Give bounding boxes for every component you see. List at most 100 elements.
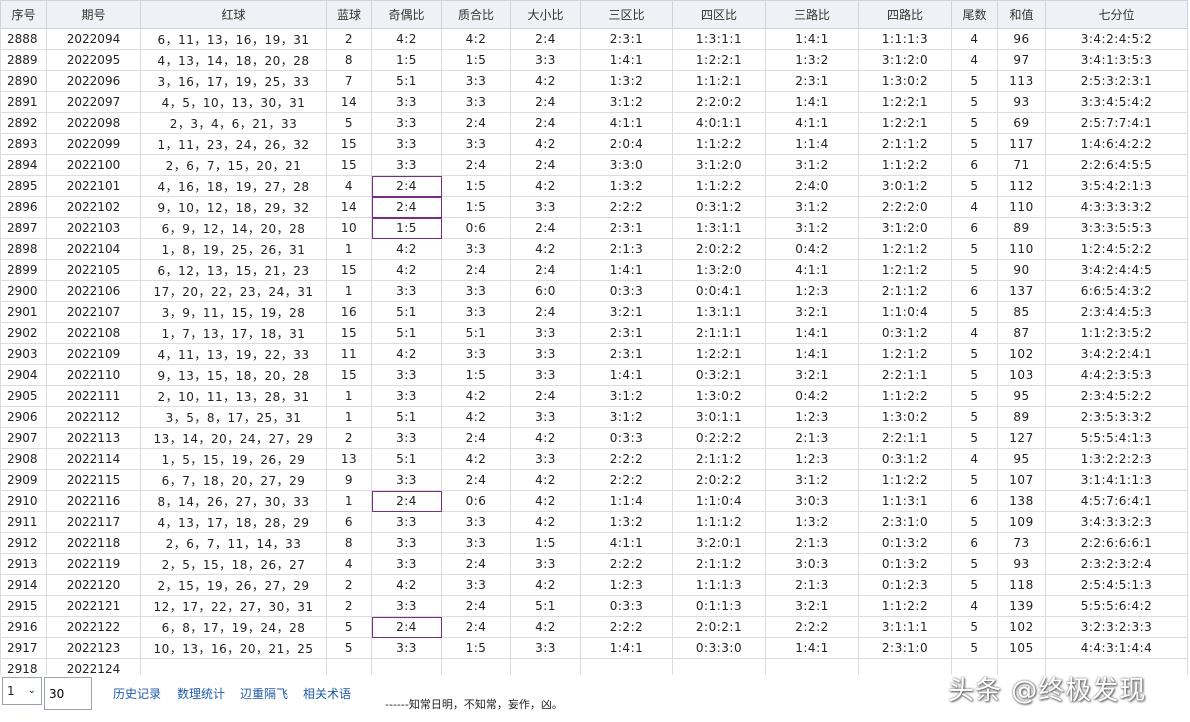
table-cell[interactable]: 3:3:3:5:5:3 <box>1045 217 1188 239</box>
table-cell[interactable]: 4:2 <box>510 175 581 197</box>
table-cell[interactable]: 4 <box>951 595 998 617</box>
table-cell[interactable]: 0:6 <box>441 217 511 239</box>
table-cell[interactable]: 4:2 <box>441 28 511 50</box>
table-cell[interactable]: 13，14，20，24，27，29 <box>140 427 327 449</box>
table-cell[interactable]: 1:4:1 <box>765 637 859 659</box>
table-cell[interactable]: 3:1:4:1:1:3 <box>1045 469 1188 491</box>
table-cell[interactable]: 13 <box>326 448 372 470</box>
table-cell[interactable]: 4:4:2:3:5:3 <box>1045 364 1188 386</box>
column-header[interactable]: 四路比 <box>858 0 952 29</box>
table-cell[interactable]: 1:3:2 <box>580 175 673 197</box>
table-cell[interactable]: 0:3:3:0 <box>672 637 766 659</box>
table-cell[interactable]: 2:2:2 <box>580 469 673 491</box>
table-cell[interactable]: 4，5，10，13，30，31 <box>140 91 327 113</box>
table-cell[interactable]: 2:3:1 <box>765 70 859 92</box>
table-cell[interactable]: 3:1:2:0 <box>858 217 952 239</box>
table-cell[interactable]: 4:3:3:3:3:2 <box>1045 196 1188 218</box>
table-cell[interactable]: 1:4:1 <box>765 91 859 113</box>
table-cell[interactable]: 3:3 <box>371 91 442 113</box>
table-cell[interactable]: 2，5，15，18，26，27 <box>140 553 327 575</box>
table-cell[interactable]: 2:2:0:2 <box>672 91 766 113</box>
column-header[interactable]: 红球 <box>140 0 327 29</box>
table-cell[interactable]: 2022118 <box>46 532 141 554</box>
table-cell[interactable]: 6 <box>951 280 998 302</box>
table-cell[interactable]: 3:3 <box>371 532 442 554</box>
table-cell[interactable]: 2:1:1:2 <box>858 133 952 155</box>
table-cell[interactable]: 3:3 <box>371 112 442 134</box>
table-cell[interactable]: 2:1:3 <box>765 532 859 554</box>
table-cell[interactable]: 96 <box>997 28 1046 50</box>
table-cell[interactable]: 2918 <box>0 658 47 675</box>
table-cell[interactable]: 4:1:1 <box>580 532 673 554</box>
table-cell[interactable]: 3:3 <box>371 595 442 617</box>
table-cell[interactable]: 3:4:2:4:5:2 <box>1045 28 1188 50</box>
table-row[interactable]: 2908 2022114 1，5，15，19，26，29 13 5:1 4:2 3:3 2:2… <box>0 448 1188 470</box>
table-cell[interactable]: 2:3:1:0 <box>858 511 952 533</box>
table-cell[interactable]: 1:1:2:2 <box>672 133 766 155</box>
column-header[interactable]: 质合比 <box>441 0 511 29</box>
table-cell[interactable]: 2022120 <box>46 574 141 596</box>
table-cell[interactable]: 4:2 <box>510 133 581 155</box>
table-cell[interactable]: 1:2:1:2 <box>858 238 952 260</box>
table-cell[interactable]: 2:3:1 <box>580 343 673 365</box>
table-cell[interactable]: 3:3 <box>441 91 511 113</box>
table-cell[interactable]: 1，8，19，25，26，31 <box>140 238 327 260</box>
table-cell[interactable]: 2:4 <box>441 553 511 575</box>
table-cell[interactable]: 3:3 <box>441 70 511 92</box>
table-cell[interactable]: 2022099 <box>46 133 141 155</box>
table-cell[interactable]: 3:0:1:1 <box>672 406 766 428</box>
table-cell[interactable]: 2022116 <box>46 490 141 512</box>
table-cell[interactable]: 5 <box>951 469 998 491</box>
table-cell[interactable]: 0:0:4:1 <box>672 280 766 302</box>
table-cell[interactable]: 1:4:1 <box>580 637 673 659</box>
table-cell[interactable]: 4:5:7:6:4:1 <box>1045 490 1188 512</box>
table-cell[interactable]: 2903 <box>0 343 47 365</box>
table-cell[interactable]: 0:3:3 <box>580 280 673 302</box>
table-cell[interactable]: 5 <box>951 70 998 92</box>
table-cell[interactable]: 4 <box>951 28 998 50</box>
table-cell[interactable]: 4:2 <box>441 385 511 407</box>
table-cell[interactable]: 0:4:2 <box>765 385 859 407</box>
table-cell[interactable]: 73 <box>997 532 1046 554</box>
table-cell[interactable]: 2:3:1 <box>580 322 673 344</box>
table-cell[interactable]: 3:3 <box>371 427 442 449</box>
table-cell[interactable]: 1:1:2:2 <box>858 595 952 617</box>
page-number-select[interactable]: 1 ⌄ <box>2 677 42 705</box>
table-cell[interactable]: 15 <box>326 133 372 155</box>
table-cell[interactable]: 71 <box>997 154 1046 176</box>
table-cell[interactable]: 2:4 <box>441 595 511 617</box>
table-cell[interactable]: 2:5:4:5:1:3 <box>1045 574 1188 596</box>
table-cell[interactable]: 15 <box>326 322 372 344</box>
table-cell[interactable]: 3:4:2:4:4:5 <box>1045 259 1188 281</box>
table-cell[interactable]: 2022124 <box>46 658 141 675</box>
table-cell[interactable]: 95 <box>997 385 1046 407</box>
table-cell[interactable]: 14 <box>326 91 372 113</box>
table-cell[interactable] <box>326 658 372 675</box>
table-cell[interactable]: 4:2 <box>510 490 581 512</box>
table-cell[interactable]: 2:0:4 <box>580 133 673 155</box>
table-cell[interactable]: 2:4 <box>510 301 581 323</box>
table-cell[interactable]: 1，5，15，19，26，29 <box>140 448 327 470</box>
table-cell[interactable]: 1:3:2 <box>580 511 673 533</box>
table-cell[interactable]: 102 <box>997 616 1046 638</box>
table-cell[interactable]: 4 <box>951 448 998 470</box>
table-cell[interactable]: 1 <box>326 406 372 428</box>
table-cell[interactable]: 1，7，13，17，18，31 <box>140 322 327 344</box>
table-cell[interactable]: 1:5 <box>441 637 511 659</box>
table-cell[interactable]: 87 <box>997 322 1046 344</box>
table-row[interactable]: 2892 2022098 2，3，4，6，21，33 5 3:3 2:4 2:4 4:1:1 4… <box>0 112 1188 134</box>
table-cell[interactable]: 127 <box>997 427 1046 449</box>
table-row[interactable]: 2890 2022096 3，16，17，19，25，33 7 5:1 3:3 4:2 1:3… <box>0 70 1188 92</box>
table-cell[interactable]: 3:2:3:2:3:3 <box>1045 616 1188 638</box>
table-cell[interactable]: 12，17，22，27，30，31 <box>140 595 327 617</box>
table-cell[interactable]: 1:3:1:1 <box>672 28 766 50</box>
table-cell[interactable]: 2:3:5:3:3:2 <box>1045 406 1188 428</box>
table-cell[interactable]: 6:0 <box>510 280 581 302</box>
table-cell[interactable]: 9，13，15，18，20，28 <box>140 364 327 386</box>
table-cell[interactable]: 5 <box>951 91 998 113</box>
table-cell[interactable]: 2022106 <box>46 280 141 302</box>
table-cell[interactable]: 2，6，7，15，20，21 <box>140 154 327 176</box>
table-cell[interactable]: 3:3 <box>510 637 581 659</box>
table-cell[interactable]: 1:5 <box>441 49 511 71</box>
table-cell[interactable]: 2 <box>326 574 372 596</box>
